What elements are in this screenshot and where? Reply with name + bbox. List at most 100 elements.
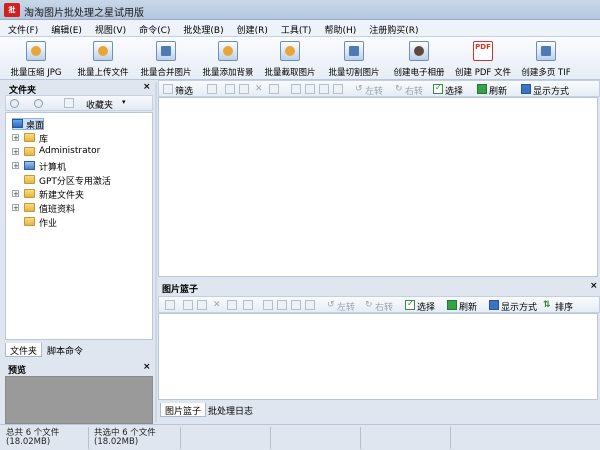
move-down-icon[interactable] [319,84,329,94]
rotate-left-button[interactable]: 左转 [365,84,383,97]
tab-batch-log[interactable]: 批处理日志 [204,403,257,417]
move-top-icon[interactable] [263,300,273,310]
pdf-icon-label: PDF [475,43,491,51]
status-divider [360,427,361,449]
menu-edit[interactable]: 编辑(E) [43,20,87,36]
move-up-icon[interactable] [305,84,315,94]
vertical-splitter[interactable] [155,82,157,422]
eye-icon[interactable] [165,300,175,310]
expand-icon[interactable]: + [12,190,19,198]
batch-crop-button[interactable]: 批量截取图片 [262,39,318,79]
filter-dropdown[interactable]: 筛选 [175,84,193,97]
display-mode-dropdown[interactable]: 显示方式 [533,84,569,97]
rotate-right-button[interactable]: 右转 [375,300,393,313]
basket-tabs: 图片篮子 批处理日志 [158,402,600,419]
status-divider [450,427,451,449]
move-up-icon[interactable] [277,300,287,310]
menu-view[interactable]: 视图(V) [87,20,131,36]
refresh-button[interactable]: 刷新 [459,300,477,313]
folder-icon [24,133,35,142]
menu-create[interactable]: 创建(R) [229,20,273,36]
filter-icon[interactable] [163,84,173,94]
move-top-icon[interactable] [291,84,301,94]
move-bottom-icon[interactable] [333,84,343,94]
delete-icon[interactable]: ✕ [255,84,263,94]
basket-toolbar: ✕ ↺ 左转 ↻ 右转 选择 刷新 显示方式 ⇅ 排序 [158,296,600,313]
forward-icon[interactable] [34,99,43,108]
tab-folders[interactable]: 文件夹 [5,343,43,357]
basket-area[interactable] [158,313,598,400]
folder-tree: 桌面 + 库 + Administrator + 计算机 GPT分区专用激活 +… [5,112,153,340]
display-mode-dropdown[interactable]: 显示方式 [501,300,537,313]
tab-script-commands[interactable]: 脚本命令 [43,343,87,357]
move-icon[interactable] [227,300,237,310]
folder-panel-close-icon[interactable]: × [143,82,151,92]
preview-panel-header: 预览 × [5,362,153,376]
trash-icon[interactable] [243,300,253,310]
batch-compress-jpg-button[interactable]: 批量压缩 JPG [2,39,70,79]
back-icon[interactable] [10,99,19,108]
menu-tools[interactable]: 工具(T) [273,20,317,36]
expand-icon[interactable]: + [12,204,19,212]
expand-icon[interactable]: + [12,162,19,170]
upload-icon [93,41,113,61]
refresh-icon [447,300,457,310]
batch-add-background-button[interactable]: 批量添加背景 [198,39,258,79]
status-bar: 总共 6 个文件 (18.02MB) 共选中 6 个文件 (18.02MB) [0,424,600,450]
rotate-left-icon: ↺ [355,84,363,94]
rotate-right-button[interactable]: 右转 [405,84,423,97]
computer-icon [24,161,35,170]
refresh-button[interactable]: 刷新 [489,84,507,97]
folder-icon [24,175,35,184]
menu-command[interactable]: 命令(C) [131,20,175,36]
create-ealbum-button[interactable]: 创建电子相册 [390,39,448,79]
create-tif-button[interactable]: 创建多页 TIF [516,39,576,79]
create-pdf-button[interactable]: PDF 创建 PDF 文件 [452,39,514,79]
copy-icon[interactable] [225,84,235,94]
move-down-icon[interactable] [291,300,301,310]
move-bottom-icon[interactable] [305,300,315,310]
paste-icon[interactable] [239,84,249,94]
expand-icon[interactable]: + [12,148,19,156]
image-browser-area[interactable] [158,97,598,277]
basket-panel-title: 图片篮子 [162,285,199,295]
menu-help[interactable]: 帮助(H) [316,20,361,36]
menu-file[interactable]: 文件(F) [0,20,43,36]
sort-dropdown[interactable]: 排序 [555,300,573,313]
expand-icon[interactable]: + [12,134,19,142]
folder-icon [24,189,35,198]
batch-slice-button[interactable]: 批量切割图片 [322,39,386,79]
folder-toolbar: 收藏夹 ▾ [5,95,153,111]
batch-merge-button[interactable]: 批量合并图片 [138,39,194,79]
browser-toolbar: 筛选 ✕ ↺ 左转 ↻ 右转 选择 刷新 显示方式 [158,80,600,97]
folder-panel-header: 文件夹 × [5,82,153,96]
sort-icon: ⇅ [543,300,551,310]
preview-close-icon[interactable]: × [143,362,151,372]
window-title: 淘淘图片批处理之星试用版 [24,8,144,19]
copy-icon[interactable] [183,300,193,310]
eye-icon[interactable] [207,84,217,94]
up-folder-icon[interactable] [64,98,74,108]
select-dropdown[interactable]: 选择 [445,84,463,97]
paste-icon[interactable] [197,300,207,310]
batch-upload-button[interactable]: 批量上传文件 [72,39,134,79]
preview-panel-title: 预览 [8,366,27,376]
basket-close-icon[interactable]: × [590,281,598,291]
delete-icon[interactable]: ✕ [213,300,221,310]
status-divider [88,427,89,449]
select-dropdown[interactable]: 选择 [417,300,435,313]
tab-picture-basket[interactable]: 图片篮子 [160,403,207,417]
status-divider [270,427,271,449]
refresh-icon [477,84,487,94]
app-logo-icon: 批 [4,3,20,17]
rotate-right-icon: ↻ [365,300,373,310]
total-files-size: (18.02MB) [6,437,51,447]
menu-batch[interactable]: 批处理(B) [175,20,228,36]
move-icon[interactable] [269,84,279,94]
favorites-dropdown[interactable]: 收藏夹 [86,98,113,111]
rotate-right-icon: ↻ [395,84,403,94]
favorites-chevron-down-icon[interactable]: ▾ [122,98,126,106]
menu-register[interactable]: 注册购买(R) [361,20,423,36]
basket-panel-header: 图片篮子 × [158,281,600,295]
rotate-left-button[interactable]: 左转 [337,300,355,313]
